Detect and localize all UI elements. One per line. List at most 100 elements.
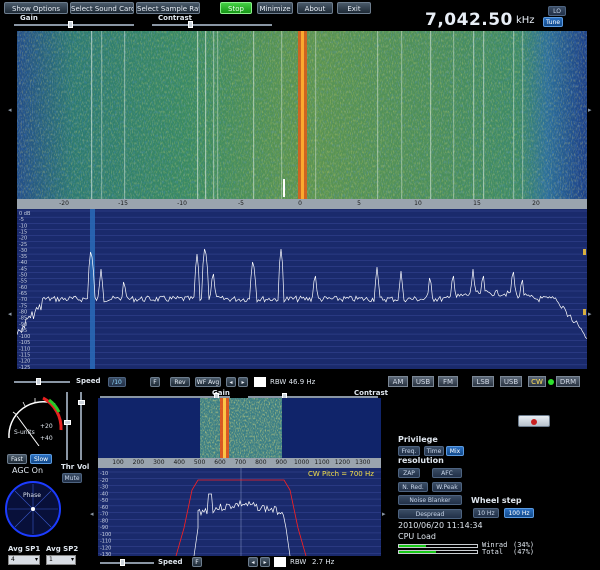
mix-resolution-button[interactable]: Mix bbox=[446, 446, 464, 456]
agc-status[interactable]: AGC On bbox=[12, 466, 43, 475]
speed-slider-knob[interactable] bbox=[36, 378, 41, 385]
gain-slider-knob[interactable] bbox=[68, 21, 73, 28]
select-sound-card-button[interactable]: Select Sound Card bbox=[70, 2, 134, 14]
chevron-down-icon: ▾ bbox=[70, 556, 74, 563]
cw-left-arrow-icon[interactable]: ◂ bbox=[90, 510, 94, 518]
contrast-slider-knob[interactable] bbox=[188, 21, 193, 28]
total-cpu-bar bbox=[398, 550, 478, 554]
vol-slider-knob[interactable] bbox=[78, 400, 85, 405]
cw-db-tick-label: -130 bbox=[100, 552, 111, 556]
left-spectrum-arrow-icon[interactable]: ◂ bbox=[8, 310, 12, 318]
zap-button[interactable]: ZAP bbox=[398, 468, 420, 478]
waterfall-carrier-line bbox=[217, 31, 219, 199]
cw-rbw-increase-icon[interactable]: ▸ bbox=[260, 557, 270, 567]
minimize-button[interactable]: Minimize bbox=[257, 2, 293, 14]
frequency-tick-label: 15 bbox=[473, 200, 481, 207]
cw-f-button[interactable]: F bbox=[192, 557, 202, 567]
thr-slider-knob[interactable] bbox=[64, 420, 71, 425]
cw-db-tick-label: -120 bbox=[100, 545, 111, 551]
about-button[interactable]: About bbox=[297, 2, 333, 14]
avg-sp1-label: Avg SP1 bbox=[8, 545, 41, 553]
db-tick-label: -20 bbox=[19, 236, 27, 242]
mode-lsb[interactable]: LSB bbox=[472, 376, 494, 387]
speed-label: Speed bbox=[76, 377, 101, 385]
mode-fm[interactable]: FM bbox=[438, 376, 458, 387]
wheel-step-label: Wheel step bbox=[471, 496, 522, 505]
mute-button[interactable]: Mute bbox=[62, 473, 82, 483]
right-spectrum-arrow-icon[interactable]: ▸ bbox=[588, 310, 592, 318]
db-tick-label: -15 bbox=[19, 229, 27, 235]
speed-slider-track[interactable] bbox=[14, 381, 70, 383]
thr-slider-track[interactable] bbox=[66, 392, 68, 460]
frequency-display[interactable]: 7,042.50 bbox=[425, 10, 513, 30]
afc-button[interactable]: AFC bbox=[432, 468, 462, 478]
lo-button[interactable]: LO bbox=[548, 6, 566, 16]
time-resolution-button[interactable]: Time bbox=[424, 446, 444, 456]
cw-db-tick-label: -10 bbox=[100, 471, 108, 477]
main-spectrum[interactable]: 0 dB-5-10-15-20-25-30-35-40-45-50-55-60-… bbox=[17, 209, 587, 369]
stop-button[interactable]: Stop bbox=[220, 2, 252, 14]
frequency-scale[interactable]: -20 -15 -10 -5 0 5 10 15 20 bbox=[17, 199, 587, 209]
cw-right-arrow-icon[interactable]: ▸ bbox=[382, 510, 386, 518]
cw-hz-tick-label: 500 bbox=[193, 459, 206, 466]
cw-spectrum[interactable]: -10-20-30-40-50-60-70-80-90-100-110-120-… bbox=[98, 468, 381, 556]
mode-usb[interactable]: USB bbox=[500, 376, 522, 387]
contrast-label: Contrast bbox=[158, 14, 192, 22]
rev-button[interactable]: Rev bbox=[170, 377, 190, 387]
cw-rbw-decrease-icon[interactable]: ◂ bbox=[248, 557, 258, 567]
noise-blanker-button[interactable]: Noise Blanker bbox=[398, 495, 462, 505]
s-meter bbox=[8, 396, 63, 446]
rbw-decrease-icon[interactable]: ◂ bbox=[226, 377, 236, 387]
waterfall-carrier-line bbox=[522, 31, 524, 199]
show-options-button[interactable]: Show Options bbox=[4, 2, 68, 14]
despread-button[interactable]: Despread bbox=[398, 509, 462, 519]
cw-speed-slider-track[interactable] bbox=[100, 562, 154, 564]
waterfall-carrier-line bbox=[253, 31, 255, 199]
f-button[interactable]: F bbox=[150, 377, 160, 387]
mode-drm[interactable]: DRM bbox=[556, 376, 580, 387]
speed-value[interactable]: /10 bbox=[108, 377, 126, 387]
frequency-tick-label: 5 bbox=[357, 200, 361, 207]
db-tick-label: -120 bbox=[19, 359, 30, 365]
rbw-increase-icon[interactable]: ▸ bbox=[238, 377, 248, 387]
noise-reduction-button[interactable]: N. Red. bbox=[398, 482, 428, 492]
waterfall-carrier-line bbox=[401, 31, 403, 199]
rbw-box[interactable] bbox=[254, 377, 266, 387]
main-waterfall[interactable] bbox=[17, 31, 587, 199]
agc-slow-button[interactable]: Slow bbox=[30, 454, 52, 464]
mode-cw[interactable]: CW bbox=[528, 376, 546, 387]
avg-sp2-select[interactable]: 1 ▾ bbox=[46, 555, 76, 565]
record-button[interactable] bbox=[518, 415, 550, 427]
cw-hz-tick-label: 400 bbox=[173, 459, 185, 466]
exit-button[interactable]: Exit bbox=[337, 2, 371, 14]
db-tick-label: -80 bbox=[19, 309, 27, 315]
right-scroll-arrow-icon[interactable]: ▸ bbox=[588, 106, 592, 114]
gain-slider-track[interactable] bbox=[14, 24, 134, 26]
avg-sp1-select[interactable]: 4 ▾ bbox=[8, 555, 40, 565]
wf-avg-button[interactable]: WF Avg bbox=[195, 377, 221, 387]
wheel-step-100hz-button[interactable]: 100 Hz bbox=[504, 508, 534, 518]
cw-waterfall[interactable] bbox=[98, 398, 381, 458]
waterfall-marker bbox=[283, 179, 285, 197]
avg-sp2-label: Avg SP2 bbox=[46, 545, 79, 553]
waterfall-carrier-line bbox=[453, 31, 455, 199]
cw-hz-scale[interactable]: 100 200 300 400 500 600 700 800 900 1000 1100 1200 1… bbox=[98, 458, 381, 468]
db-tick-label: -30 bbox=[19, 248, 27, 254]
waterfall-carrier-line bbox=[124, 31, 126, 199]
tune-button[interactable]: Tune bbox=[543, 17, 563, 27]
contrast-slider-track[interactable] bbox=[152, 24, 272, 26]
agc-fast-button[interactable]: Fast bbox=[7, 454, 27, 464]
phase-label: Phase bbox=[23, 492, 41, 499]
mode-am[interactable]: AM bbox=[388, 376, 408, 387]
wheel-step-10hz-button[interactable]: 10 Hz bbox=[473, 508, 499, 518]
cw-speed-slider-knob[interactable] bbox=[120, 559, 125, 566]
cw-pitch-label: CW Pitch = 700 Hz bbox=[308, 470, 374, 478]
left-scroll-arrow-icon[interactable]: ◂ bbox=[8, 106, 12, 114]
freq-resolution-button[interactable]: Freq. bbox=[398, 446, 420, 456]
total-cpu-pct: (47%) bbox=[513, 548, 535, 556]
cw-rbw-box[interactable] bbox=[274, 557, 286, 567]
frequency-tick-label: 0 bbox=[298, 200, 302, 207]
w-peak-button[interactable]: W.Peak bbox=[432, 482, 462, 492]
mode-usb-alt[interactable]: USB bbox=[412, 376, 434, 387]
select-sample-rate-button[interactable]: Select Sample Rate bbox=[136, 2, 200, 14]
